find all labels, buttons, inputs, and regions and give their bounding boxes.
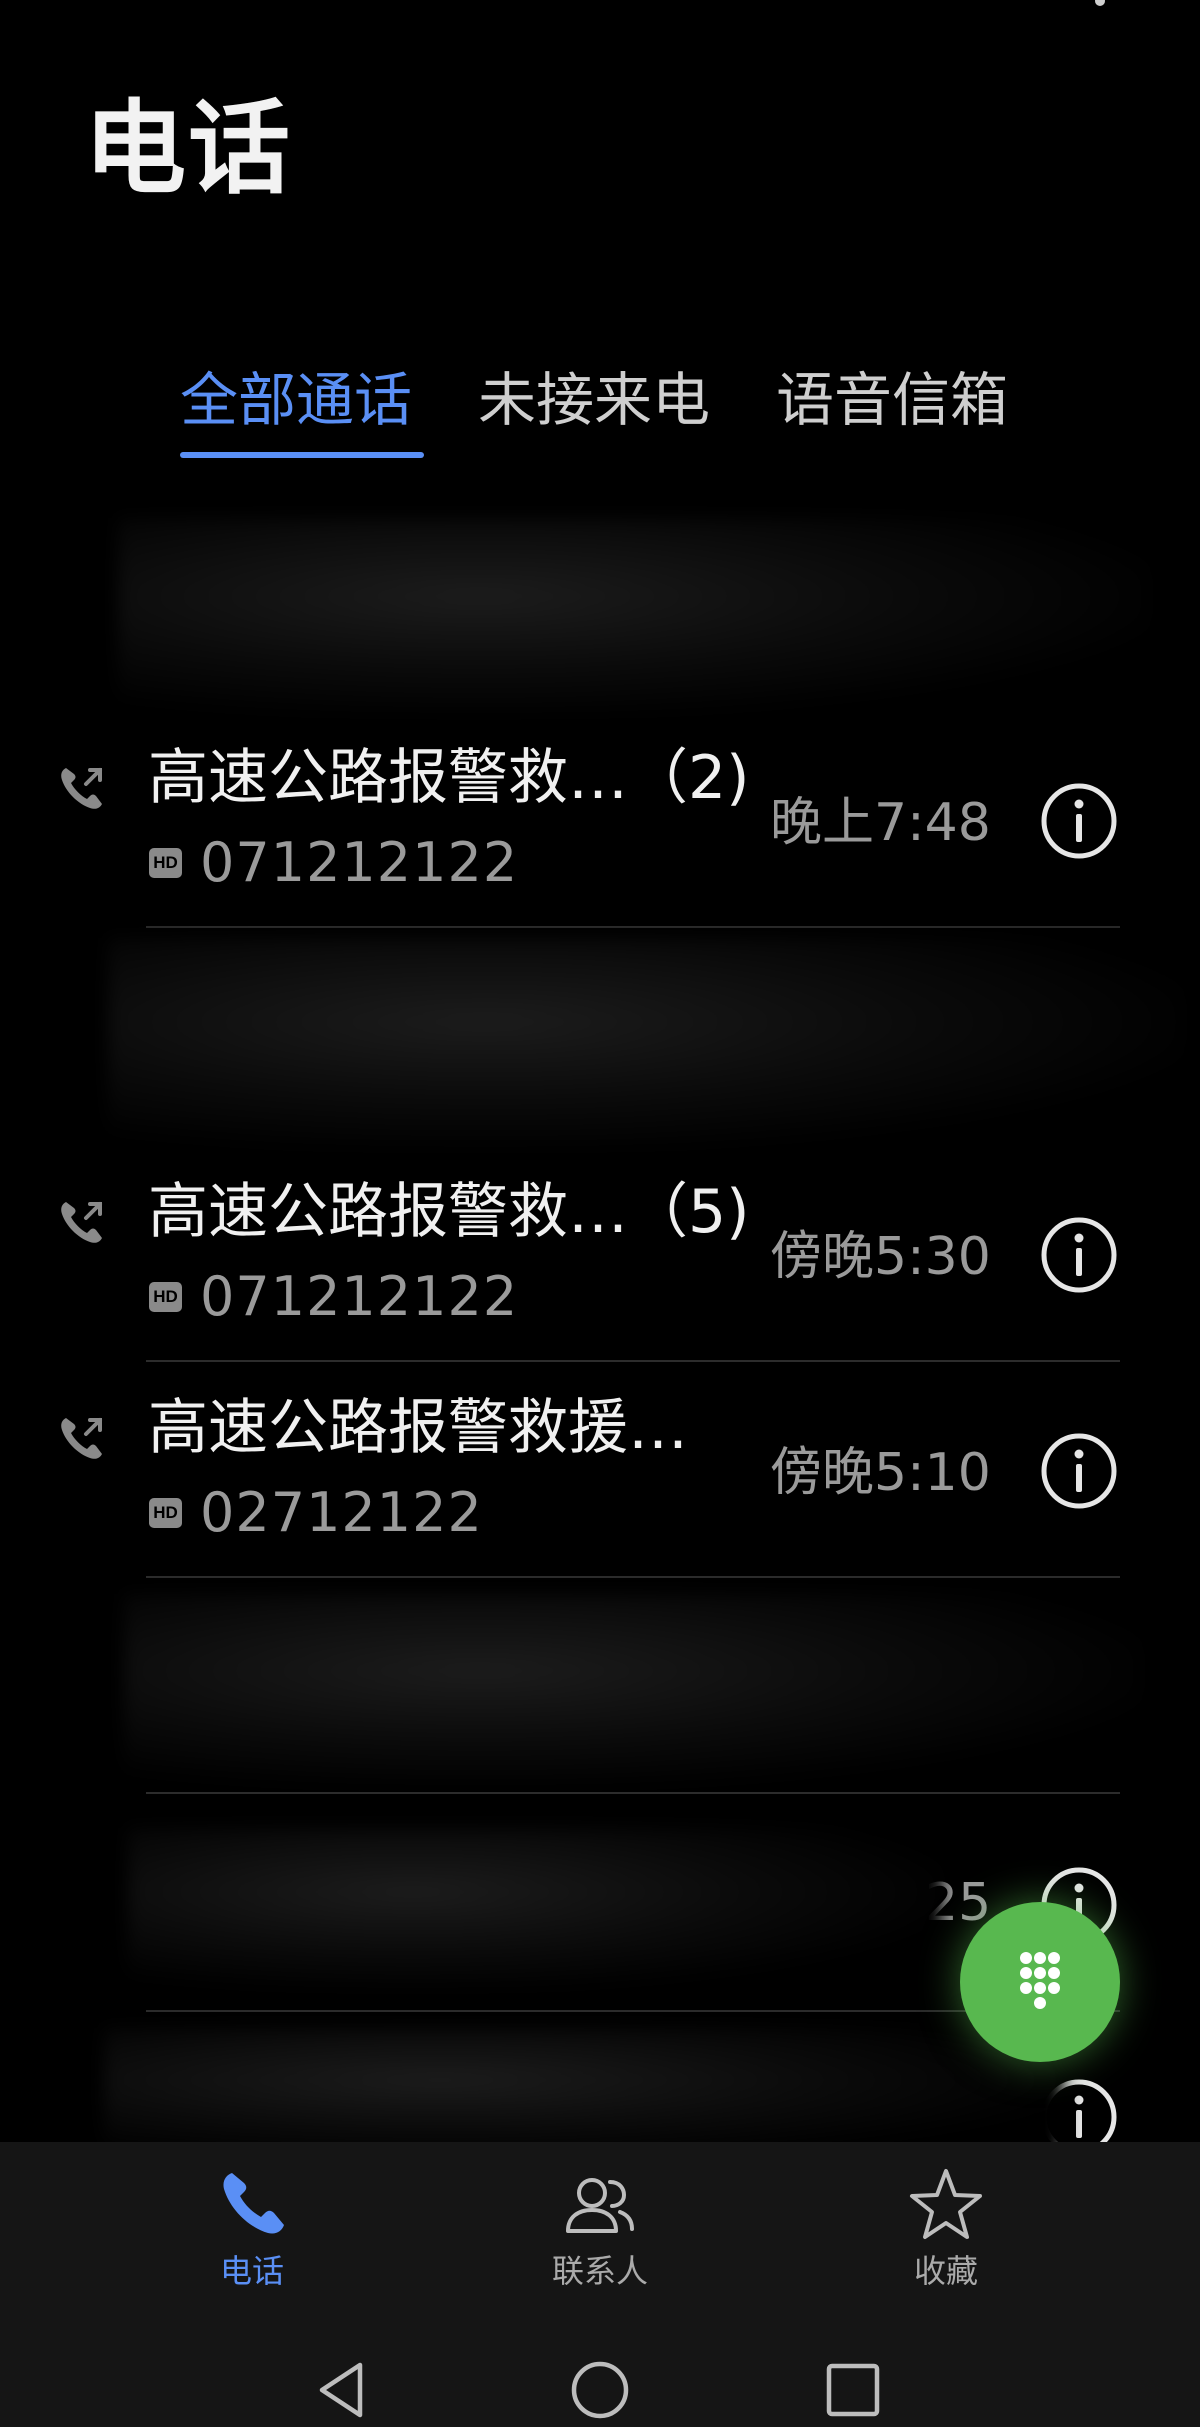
- star-icon: [910, 2169, 982, 2239]
- caller-name: 高速公路报警救…（2): [148, 743, 750, 813]
- blurred-call-row[interactable]: [104, 2028, 1064, 2158]
- call-time: 傍晚5:30: [770, 1227, 991, 1287]
- row-divider: [146, 1792, 1120, 1794]
- active-tab-indicator: [180, 452, 424, 458]
- nav-label: 联系人: [551, 2252, 648, 2290]
- phone-app-screen: 电话 全部通话 未接来电 语音信箱 高速公路报警救…（2) HD 0712121…: [0, 0, 1200, 2427]
- recents-icon[interactable]: [818, 2355, 888, 2425]
- blurred-call-row[interactable]: [108, 938, 1184, 1148]
- call-time: 傍晚5:10: [770, 1443, 991, 1503]
- page-title: 电话: [84, 90, 292, 209]
- blurred-call-row[interactable]: [128, 1828, 942, 1988]
- call-log-tabs: 全部通话 未接来电 语音信箱: [0, 355, 1200, 465]
- phone-icon: [223, 2173, 284, 2234]
- caller-number: 02712122: [200, 1481, 483, 1544]
- dialpad-icon: [1020, 1952, 1060, 2009]
- home-icon[interactable]: [565, 2355, 635, 2425]
- call-log-row[interactable]: 高速公路报警救援… HD 02712122 傍晚5:10: [0, 1370, 1200, 1586]
- blurred-call-row[interactable]: [118, 518, 1150, 714]
- info-icon[interactable]: [1040, 782, 1118, 860]
- caller-name: 高速公路报警救援…: [148, 1393, 688, 1463]
- tab-all-calls[interactable]: 全部通话: [180, 355, 412, 445]
- blurred-call-row[interactable]: [124, 1594, 1142, 1786]
- nav-item-contacts[interactable]: 联系人: [500, 2165, 700, 2305]
- hd-badge: HD: [149, 848, 182, 878]
- caller-number: 071212122: [200, 831, 519, 894]
- info-icon[interactable]: [1040, 1432, 1118, 1510]
- outgoing-call-icon: [61, 768, 102, 809]
- row-divider: [146, 1360, 1120, 1362]
- outgoing-call-icon: [61, 1418, 102, 1459]
- row-divider: [146, 926, 1120, 928]
- tab-voicemail[interactable]: 语音信箱: [776, 355, 1008, 445]
- row-divider: [146, 1576, 1120, 1578]
- call-time: 晚上7:48: [770, 793, 991, 853]
- nav-label: 电话: [219, 2252, 284, 2290]
- nav-item-favorites[interactable]: 收藏: [846, 2165, 1046, 2305]
- nav-label: 收藏: [913, 2252, 978, 2290]
- outgoing-call-icon: [61, 1202, 102, 1243]
- caller-name: 高速公路报警救…（5): [148, 1177, 750, 1247]
- call-log-row[interactable]: 高速公路报警救…（2) HD 071212122 晚上7:48: [0, 720, 1200, 936]
- call-log-row[interactable]: 高速公路报警救…（5) HD 071212122 傍晚5:30: [0, 1154, 1200, 1370]
- tab-missed-calls[interactable]: 未接来电: [478, 355, 710, 445]
- hd-badge: HD: [149, 1498, 182, 1528]
- overflow-menu-dot[interactable]: [1095, 0, 1105, 6]
- back-icon[interactable]: [308, 2355, 378, 2425]
- dialpad-button[interactable]: [960, 1902, 1120, 2062]
- nav-item-phone[interactable]: 电话: [152, 2165, 352, 2305]
- contacts-icon: [566, 2178, 634, 2233]
- info-icon[interactable]: [1040, 1216, 1118, 1294]
- hd-badge: HD: [149, 1282, 182, 1312]
- caller-number: 071212122: [200, 1265, 519, 1328]
